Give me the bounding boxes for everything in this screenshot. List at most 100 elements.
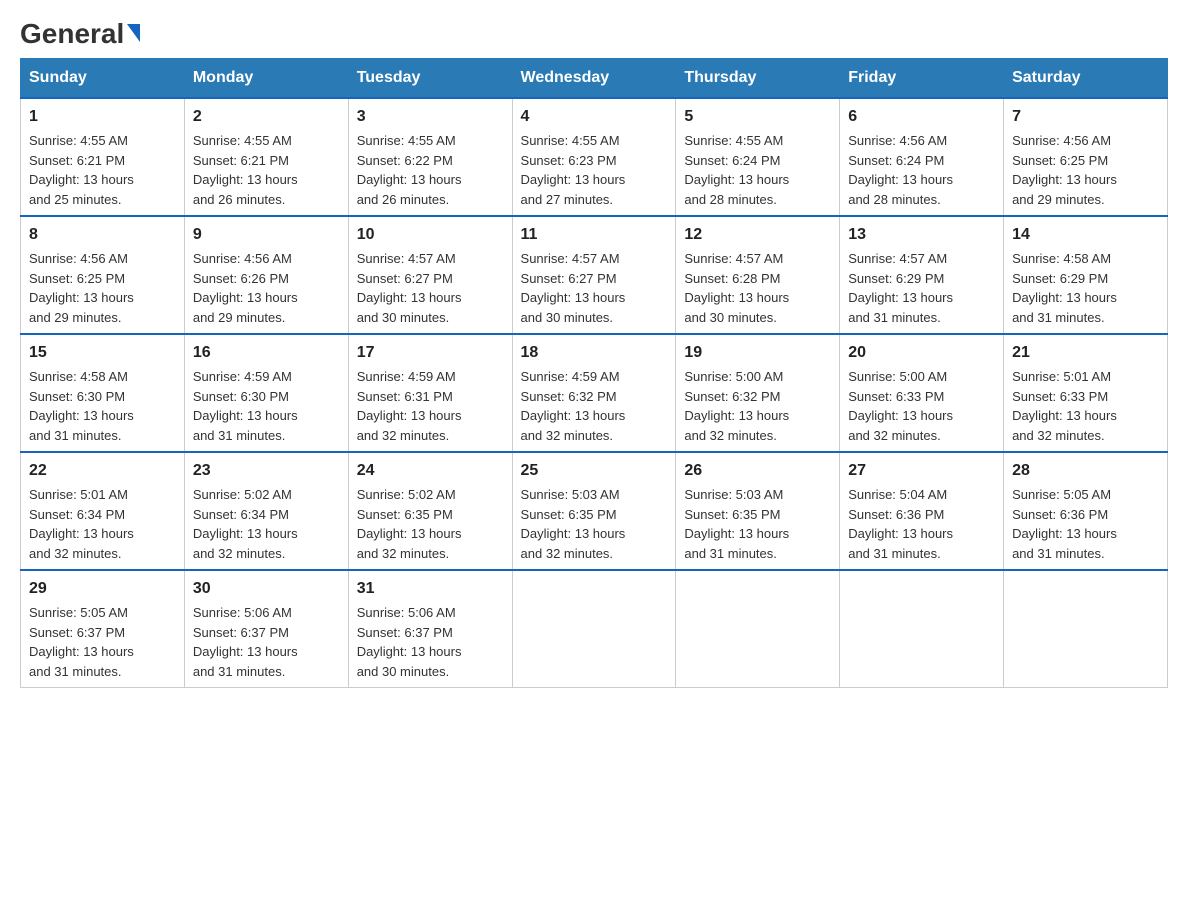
sunrise-text: Sunrise: 5:01 AM — [29, 485, 176, 505]
daylight-text: Daylight: 13 hours — [29, 288, 176, 308]
calendar-cell — [676, 570, 840, 688]
col-saturday: Saturday — [1004, 59, 1168, 99]
day-number: 12 — [684, 223, 831, 247]
day-number: 13 — [848, 223, 995, 247]
daylight-text-2: and 27 minutes. — [521, 190, 668, 210]
day-number: 3 — [357, 105, 504, 129]
daylight-text: Daylight: 13 hours — [684, 170, 831, 190]
daylight-text-2: and 32 minutes. — [684, 426, 831, 446]
calendar-week-row: 22Sunrise: 5:01 AMSunset: 6:34 PMDayligh… — [21, 452, 1168, 570]
daylight-text-2: and 25 minutes. — [29, 190, 176, 210]
daylight-text: Daylight: 13 hours — [357, 524, 504, 544]
daylight-text: Daylight: 13 hours — [521, 524, 668, 544]
calendar-week-row: 15Sunrise: 4:58 AMSunset: 6:30 PMDayligh… — [21, 334, 1168, 452]
sunset-text: Sunset: 6:36 PM — [1012, 505, 1159, 525]
daylight-text: Daylight: 13 hours — [1012, 170, 1159, 190]
daylight-text: Daylight: 13 hours — [29, 406, 176, 426]
logo-line1: General — [20, 20, 140, 48]
daylight-text: Daylight: 13 hours — [521, 170, 668, 190]
daylight-text-2: and 29 minutes. — [193, 308, 340, 328]
daylight-text: Daylight: 13 hours — [684, 524, 831, 544]
calendar-cell: 16Sunrise: 4:59 AMSunset: 6:30 PMDayligh… — [184, 334, 348, 452]
daylight-text-2: and 31 minutes. — [29, 662, 176, 682]
daylight-text-2: and 30 minutes. — [357, 662, 504, 682]
daylight-text: Daylight: 13 hours — [357, 170, 504, 190]
page-header: General — [20, 20, 1168, 48]
day-number: 30 — [193, 577, 340, 601]
calendar-cell: 10Sunrise: 4:57 AMSunset: 6:27 PMDayligh… — [348, 216, 512, 334]
sunset-text: Sunset: 6:36 PM — [848, 505, 995, 525]
daylight-text: Daylight: 13 hours — [29, 642, 176, 662]
sunrise-text: Sunrise: 4:55 AM — [357, 131, 504, 151]
sunset-text: Sunset: 6:21 PM — [193, 151, 340, 171]
sunset-text: Sunset: 6:37 PM — [193, 623, 340, 643]
daylight-text: Daylight: 13 hours — [1012, 288, 1159, 308]
day-number: 6 — [848, 105, 995, 129]
day-number: 11 — [521, 223, 668, 247]
daylight-text: Daylight: 13 hours — [193, 642, 340, 662]
day-number: 5 — [684, 105, 831, 129]
day-number: 29 — [29, 577, 176, 601]
sunrise-text: Sunrise: 4:58 AM — [29, 367, 176, 387]
day-number: 7 — [1012, 105, 1159, 129]
daylight-text-2: and 31 minutes. — [29, 426, 176, 446]
sunrise-text: Sunrise: 4:56 AM — [193, 249, 340, 269]
sunset-text: Sunset: 6:34 PM — [29, 505, 176, 525]
col-monday: Monday — [184, 59, 348, 99]
col-thursday: Thursday — [676, 59, 840, 99]
sunrise-text: Sunrise: 5:02 AM — [357, 485, 504, 505]
daylight-text: Daylight: 13 hours — [357, 642, 504, 662]
day-number: 14 — [1012, 223, 1159, 247]
sunrise-text: Sunrise: 4:58 AM — [1012, 249, 1159, 269]
sunset-text: Sunset: 6:32 PM — [521, 387, 668, 407]
sunrise-text: Sunrise: 4:55 AM — [29, 131, 176, 151]
daylight-text: Daylight: 13 hours — [1012, 406, 1159, 426]
daylight-text: Daylight: 13 hours — [848, 406, 995, 426]
sunset-text: Sunset: 6:23 PM — [521, 151, 668, 171]
sunrise-text: Sunrise: 5:06 AM — [357, 603, 504, 623]
daylight-text: Daylight: 13 hours — [29, 524, 176, 544]
calendar-cell: 17Sunrise: 4:59 AMSunset: 6:31 PMDayligh… — [348, 334, 512, 452]
sunset-text: Sunset: 6:37 PM — [29, 623, 176, 643]
sunset-text: Sunset: 6:25 PM — [29, 269, 176, 289]
calendar-cell: 28Sunrise: 5:05 AMSunset: 6:36 PMDayligh… — [1004, 452, 1168, 570]
sunrise-text: Sunrise: 4:55 AM — [193, 131, 340, 151]
daylight-text-2: and 28 minutes. — [848, 190, 995, 210]
sunrise-text: Sunrise: 5:05 AM — [29, 603, 176, 623]
calendar-cell: 1Sunrise: 4:55 AMSunset: 6:21 PMDaylight… — [21, 98, 185, 216]
sunrise-text: Sunrise: 4:57 AM — [521, 249, 668, 269]
sunrise-text: Sunrise: 4:57 AM — [357, 249, 504, 269]
daylight-text-2: and 32 minutes. — [521, 544, 668, 564]
day-number: 24 — [357, 459, 504, 483]
daylight-text: Daylight: 13 hours — [521, 406, 668, 426]
sunrise-text: Sunrise: 4:59 AM — [357, 367, 504, 387]
daylight-text: Daylight: 13 hours — [684, 288, 831, 308]
calendar-header-row: Sunday Monday Tuesday Wednesday Thursday… — [21, 59, 1168, 99]
day-number: 2 — [193, 105, 340, 129]
calendar-cell: 18Sunrise: 4:59 AMSunset: 6:32 PMDayligh… — [512, 334, 676, 452]
calendar-week-row: 29Sunrise: 5:05 AMSunset: 6:37 PMDayligh… — [21, 570, 1168, 688]
sunrise-text: Sunrise: 4:57 AM — [684, 249, 831, 269]
calendar-cell: 14Sunrise: 4:58 AMSunset: 6:29 PMDayligh… — [1004, 216, 1168, 334]
daylight-text: Daylight: 13 hours — [684, 406, 831, 426]
calendar-cell — [840, 570, 1004, 688]
calendar-cell: 25Sunrise: 5:03 AMSunset: 6:35 PMDayligh… — [512, 452, 676, 570]
logo: General — [20, 20, 140, 48]
sunrise-text: Sunrise: 5:00 AM — [684, 367, 831, 387]
calendar-cell: 8Sunrise: 4:56 AMSunset: 6:25 PMDaylight… — [21, 216, 185, 334]
sunset-text: Sunset: 6:33 PM — [848, 387, 995, 407]
calendar-cell: 11Sunrise: 4:57 AMSunset: 6:27 PMDayligh… — [512, 216, 676, 334]
sunset-text: Sunset: 6:35 PM — [684, 505, 831, 525]
sunset-text: Sunset: 6:29 PM — [848, 269, 995, 289]
sunset-text: Sunset: 6:34 PM — [193, 505, 340, 525]
sunset-text: Sunset: 6:37 PM — [357, 623, 504, 643]
daylight-text: Daylight: 13 hours — [193, 524, 340, 544]
daylight-text-2: and 32 minutes. — [848, 426, 995, 446]
daylight-text: Daylight: 13 hours — [848, 288, 995, 308]
sunset-text: Sunset: 6:33 PM — [1012, 387, 1159, 407]
daylight-text-2: and 32 minutes. — [521, 426, 668, 446]
daylight-text: Daylight: 13 hours — [29, 170, 176, 190]
day-number: 28 — [1012, 459, 1159, 483]
day-number: 20 — [848, 341, 995, 365]
sunset-text: Sunset: 6:22 PM — [357, 151, 504, 171]
